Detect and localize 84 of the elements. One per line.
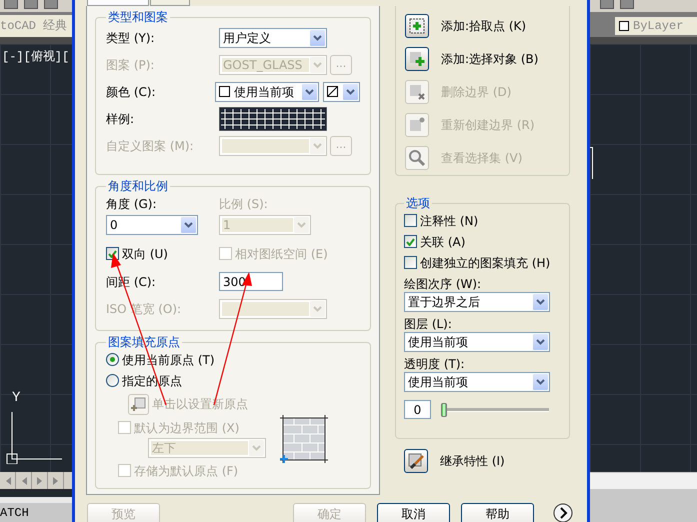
color-square-icon: [218, 86, 230, 97]
radio-button[interactable]: [106, 374, 119, 387]
group-title: 图案填充原点: [107, 335, 181, 349]
ucs-axis-label: Y: [12, 389, 22, 408]
dropdown[interactable]: 置于边界之后: [404, 292, 550, 312]
text-field[interactable]: 0: [404, 400, 431, 419]
radio-button[interactable]: [106, 353, 119, 366]
chevron-down-icon: [313, 142, 322, 148]
dropdown[interactable]: 使用当前项: [404, 332, 550, 352]
field-label: 透明度 (T):: [404, 356, 466, 372]
toolbar-icon[interactable]: [4, 0, 18, 9]
checkbox-label: 关联 (A): [420, 234, 466, 250]
field-label: 角度 (G):: [106, 196, 158, 213]
dialog-button[interactable]: 帮助: [461, 503, 534, 522]
field-label: 图层 (L):: [404, 316, 453, 332]
toolbar-icon[interactable]: [620, 0, 634, 9]
chevron-down-icon: [252, 445, 261, 451]
button-label: 添加:拾取点 (K): [441, 18, 526, 34]
color-square-icon: [619, 21, 629, 31]
checkbox-label: 创建独立的图案填充 (H): [420, 254, 550, 272]
button-label: 添加:选择对象 (B): [441, 50, 538, 68]
chevron-down-icon: [313, 62, 322, 68]
checkbox[interactable]: [404, 256, 417, 269]
field-label: 绘图次序 (W):: [404, 276, 482, 292]
panel-bar: [0, 37, 72, 44]
dropdown[interactable]: 用户定义: [219, 28, 327, 48]
dropdown[interactable]: 使用当前项: [214, 82, 319, 102]
checkbox-label: 默认为边界范围 (X): [134, 420, 240, 436]
icon-button[interactable]: [405, 46, 429, 70]
field-label: 比例 (S):: [219, 196, 269, 213]
button-label: 删除边界 (D): [441, 84, 512, 100]
button-label: 继承特性 (I): [440, 452, 505, 470]
dropdown[interactable]: [323, 82, 360, 102]
chevron-down-icon: [313, 306, 322, 312]
chevron-down-icon: [536, 339, 545, 345]
chevron-down-icon: [313, 34, 322, 40]
group-title: 角度和比例: [107, 179, 169, 193]
remove-boundary-icon: [408, 82, 426, 100]
slider-thumb[interactable]: [441, 402, 447, 416]
expand-more-icon[interactable]: [553, 503, 573, 522]
checkbox-label: 双向 (U): [122, 246, 168, 262]
origin-preview-drawing: [280, 415, 328, 463]
chevron-down-icon: [297, 222, 306, 228]
checkbox-label: 存储为默认原点 (F): [134, 462, 238, 480]
checkbox-label: 相对图纸空间 (E): [235, 246, 328, 262]
radio-label: 指定的原点: [122, 372, 182, 390]
field-label: 类型 (Y):: [106, 30, 156, 46]
tab[interactable]: [150, 0, 190, 6]
chevron-down-icon: [346, 88, 355, 94]
field-label: 图案 (P):: [106, 56, 156, 74]
icon-button[interactable]: [405, 14, 429, 38]
field-label: 颜色 (C):: [106, 84, 157, 100]
checkbox[interactable]: [106, 247, 119, 260]
hatch-brush-icon: [407, 452, 425, 470]
dropdown[interactable]: 使用当前项: [404, 372, 550, 392]
button-label: 重新创建边界 (R): [441, 116, 535, 134]
drawing-canvas[interactable]: [-][俯视][ Y: [0, 44, 72, 472]
dropdown[interactable]: 0: [106, 215, 198, 235]
pick-point-icon: [408, 16, 426, 34]
button-label: 查看选择集 (V): [441, 150, 522, 166]
dialog-button[interactable]: 取消: [377, 503, 450, 522]
icon-button[interactable]: [404, 448, 428, 472]
checkbox-label: 注释性 (N): [420, 212, 478, 230]
checkbox[interactable]: [404, 235, 417, 248]
chevron-down-icon: [184, 222, 193, 228]
group-title: 类型和图案: [107, 10, 169, 24]
chevron-down-icon: [536, 379, 545, 385]
toolbar-icon[interactable]: [44, 0, 58, 9]
recreate-boundary-icon: [408, 116, 426, 134]
checkbox[interactable]: [404, 214, 417, 227]
viewport-label[interactable]: [-][俯视][: [0, 44, 72, 66]
toolbar-icon[interactable]: [24, 0, 38, 9]
tab[interactable]: [87, 0, 149, 6]
command-line-text: ATCH: [0, 505, 29, 522]
field-label: 样例:: [106, 110, 136, 128]
group-title: 选项: [405, 196, 431, 210]
toolbar-icon[interactable]: [600, 0, 614, 9]
chevron-down-icon: [305, 88, 314, 94]
field-label: 自定义图案 (M):: [106, 138, 195, 154]
select-objects-icon: [408, 50, 426, 68]
no-color-icon: [327, 86, 338, 97]
chevron-down-icon: [536, 299, 545, 305]
magnifier-icon: [408, 148, 426, 166]
crosshair-icon: [131, 396, 146, 412]
